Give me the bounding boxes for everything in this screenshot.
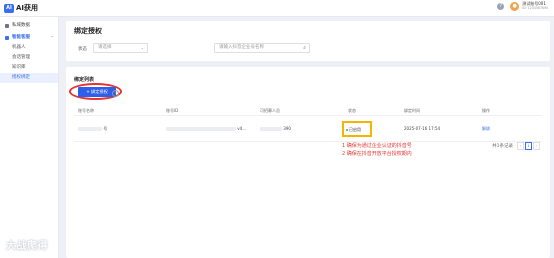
recruit-suffix: 390 [283, 126, 291, 131]
recruit-cell: 390 [260, 125, 291, 133]
status-dot-icon [346, 129, 348, 131]
status-badge: 已启用 [346, 127, 361, 132]
sidebar-item-knowledge[interactable]: 知识库 [0, 63, 58, 73]
sidebar-item-session[interactable]: 会话管理 [0, 53, 58, 63]
binding-list-panel: 绑定列表 + 绑定授权 ? 账号名称 账号ID 可招募人员 状态 绑定时间 操作… [66, 67, 550, 258]
status-select[interactable]: 请选择 ⌄ [93, 43, 148, 53]
table-header: 账号名称 账号ID 可招募人员 状态 绑定时间 操作 [74, 107, 542, 116]
sidebar: 私域数据 智能客服 ⌃ 机器人 会话管理 知识库 授权绑定 [0, 17, 59, 258]
bind-time-cell: 2025-07-16 17:54 [404, 126, 441, 131]
avatar[interactable]: ● [510, 1, 520, 11]
status-text: 已启用 [349, 127, 361, 132]
redacted-text [260, 127, 282, 131]
page-number[interactable]: 1 [525, 142, 532, 150]
column-status: 状态 [348, 108, 356, 113]
unbind-link[interactable]: 解绑 [482, 125, 490, 133]
user-info[interactable]: 测试账号001 ID: 1234567890 [522, 1, 548, 11]
redacted-text [78, 127, 102, 131]
sidebar-item-authorization[interactable]: 授权绑定 [0, 73, 58, 83]
note-line: 2 确保在抖音开放平台授权期内 [342, 151, 412, 157]
column-bind-time: 绑定时间 [404, 108, 420, 113]
service-icon [5, 36, 9, 40]
sidebar-item-robot[interactable]: 机器人 [0, 43, 58, 53]
chevron-down-icon: ⌄ [140, 45, 144, 50]
sidebar-item-label: 智能客服 [12, 35, 30, 40]
top-bar: AI AI获用 ? ● 测试账号001 ID: 1234567890 [0, 0, 554, 17]
prev-page-button[interactable]: ‹ [517, 142, 524, 150]
account-id-suffix: v4... [237, 126, 247, 131]
app-title: AI获用 [16, 4, 39, 12]
note-line: 1 确保为通过企业认证的抖音号 [342, 143, 412, 149]
account-name-suffix: 号 [103, 126, 108, 131]
table-row: 号 v4... 390 已启用 2025-07-16 17:54 解绑 [74, 119, 542, 142]
status-select-placeholder: 请选择 [98, 45, 112, 50]
search-input[interactable]: 请输入抖音企业号名称 ⌕ [214, 43, 310, 53]
help-icon[interactable]: ? [497, 2, 505, 10]
total-count: 共1条记录 [492, 144, 513, 149]
redacted-text [166, 127, 236, 131]
page-title: 绑定授权 [74, 27, 102, 35]
chevron-up-icon: ⌃ [50, 35, 54, 40]
column-account-name: 账号名称 [78, 108, 94, 113]
account-name-cell: 号 [78, 125, 107, 133]
app-logo[interactable]: AI AI获用 [4, 3, 38, 13]
column-recruit: 可招募人员 [260, 108, 280, 113]
next-page-button[interactable]: › [533, 142, 540, 150]
status-filter-label: 状态 [78, 47, 87, 52]
bind-authorization-button[interactable]: + 绑定授权 [78, 87, 116, 97]
watermark: 大战爬得 [6, 241, 48, 252]
column-action: 操作 [482, 108, 490, 113]
status-highlight-box: 已启用 [342, 121, 372, 137]
pagination: 共1条记录 ‹ 1 › [492, 142, 540, 150]
annotation-notes: 1 确保为通过企业认证的抖音号 2 确保在抖音开放平台授权期内 [342, 142, 412, 158]
search-icon[interactable]: ⌕ [303, 45, 306, 51]
sidebar-item-label: 私域数据 [12, 23, 30, 28]
database-icon [5, 24, 9, 28]
search-placeholder: 请输入抖音企业号名称 [219, 45, 264, 50]
info-icon[interactable]: ? [112, 90, 119, 97]
account-id-cell: v4... [166, 125, 246, 133]
logo-mark-icon: AI [4, 3, 14, 13]
sidebar-item-private-data[interactable]: 私域数据 [0, 21, 58, 31]
page-header: 绑定授权 状态 请选择 ⌄ 请输入抖音企业号名称 ⌕ [66, 21, 550, 61]
column-account-id: 账号ID [166, 108, 179, 113]
sidebar-group-smart-service[interactable]: 智能客服 ⌃ [0, 33, 58, 43]
user-id: ID: 1234567890 [522, 6, 548, 10]
list-title: 绑定列表 [74, 77, 95, 83]
top-right-area: ? ● 测试账号001 ID: 1234567890 [497, 1, 548, 11]
